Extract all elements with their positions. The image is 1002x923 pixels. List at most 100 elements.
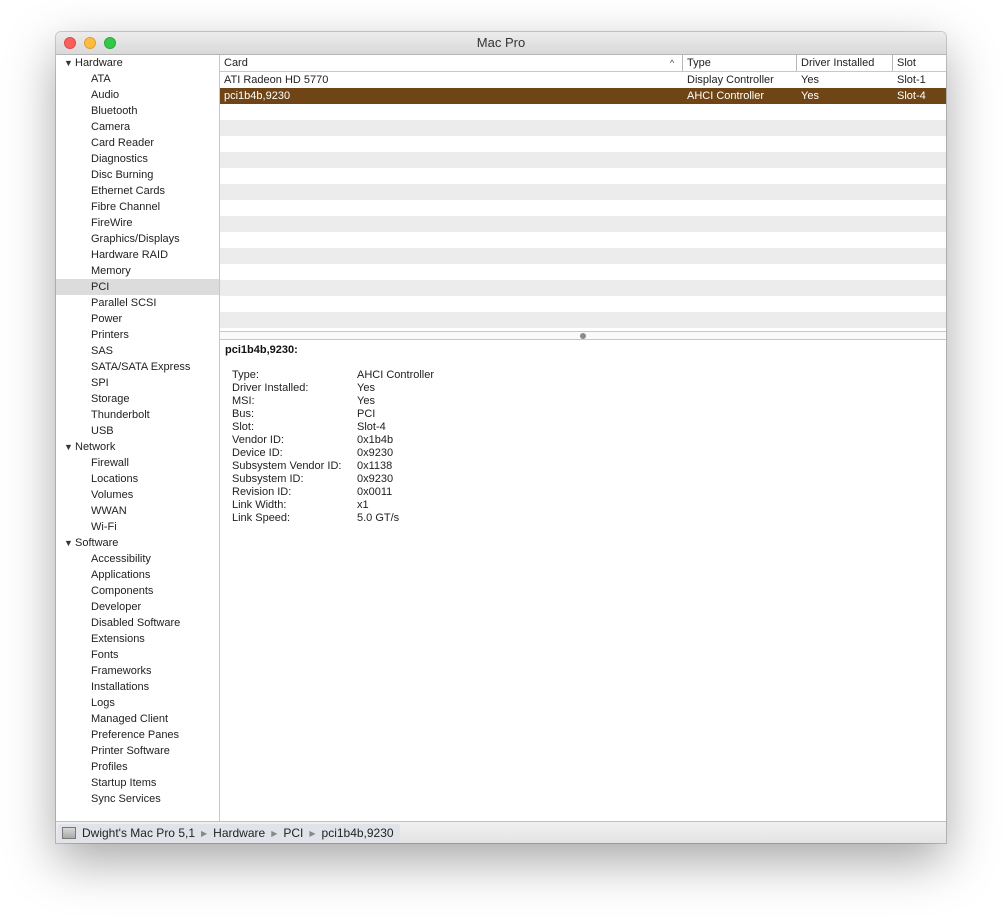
zoom-window-button[interactable] — [104, 37, 116, 49]
sidebar-item-fonts[interactable]: Fonts — [56, 647, 219, 663]
split-divider[interactable] — [220, 331, 946, 340]
sidebar-item-disc-burning[interactable]: Disc Burning — [56, 167, 219, 183]
sidebar-item-applications[interactable]: Applications — [56, 567, 219, 583]
detail-value: AHCI Controller — [357, 369, 435, 381]
sidebar-item-fibre-channel[interactable]: Fibre Channel — [56, 199, 219, 215]
sidebar-item-locations[interactable]: Locations — [56, 471, 219, 487]
table-row[interactable] — [220, 136, 946, 152]
sidebar-item-components[interactable]: Components — [56, 583, 219, 599]
sidebar-item-sata-sata-express[interactable]: SATA/SATA Express — [56, 359, 219, 375]
column-header-card[interactable]: Card — [220, 55, 682, 71]
sidebar-item-storage[interactable]: Storage — [56, 391, 219, 407]
detail-key: MSI: — [232, 395, 255, 407]
table-row[interactable] — [220, 152, 946, 168]
cell-slot: Slot-4 — [897, 90, 926, 102]
sidebar-item-managed-client[interactable]: Managed Client — [56, 711, 219, 727]
sidebar-item-disabled-software[interactable]: Disabled Software — [56, 615, 219, 631]
table-row[interactable] — [220, 312, 946, 328]
sidebar-item-hardware-raid[interactable]: Hardware RAID — [56, 247, 219, 263]
sidebar-item-accessibility[interactable]: Accessibility — [56, 551, 219, 567]
disclosure-triangle-icon[interactable]: ▼ — [64, 55, 75, 71]
sidebar-item-ata[interactable]: ATA — [56, 71, 219, 87]
detail-value: 0x1b4b — [357, 434, 394, 446]
sidebar-item-profiles[interactable]: Profiles — [56, 759, 219, 775]
table-row[interactable] — [220, 264, 946, 280]
column-header-slot[interactable]: Slot — [892, 55, 946, 71]
detail-row-vendor-id: Vendor ID: 0x1b4b — [232, 434, 632, 447]
sidebar-item-sync-services[interactable]: Sync Services — [56, 791, 219, 807]
sidebar-item-ethernet-cards[interactable]: Ethernet Cards — [56, 183, 219, 199]
sidebar-item-sas[interactable]: SAS — [56, 343, 219, 359]
detail-value: 0x9230 — [357, 447, 394, 459]
main-pane: Card ^ Type Driver Installed Slot ATI Ra… — [220, 55, 946, 821]
chevron-right-icon: ▶ — [309, 829, 316, 838]
disclosure-triangle-icon[interactable]: ▼ — [64, 439, 75, 455]
table-row[interactable] — [220, 296, 946, 312]
sidebar-group-hardware[interactable]: ▼ Hardware — [56, 55, 219, 71]
detail-value: Yes — [357, 382, 375, 394]
sidebar-item-thunderbolt[interactable]: Thunderbolt — [56, 407, 219, 423]
table-row[interactable] — [220, 216, 946, 232]
sidebar-item-wwan[interactable]: WWAN — [56, 503, 219, 519]
table-row[interactable] — [220, 120, 946, 136]
app-window: Mac Pro ▼ Hardware ATA Audio Bluetooth Camera… — [56, 32, 946, 843]
sidebar-item-startup-items[interactable]: Startup Items — [56, 775, 219, 791]
sidebar-item-logs[interactable]: Logs — [56, 695, 219, 711]
column-header-driver-installed[interactable]: Driver Installed — [796, 55, 892, 71]
sidebar-item-preference-panes[interactable]: Preference Panes — [56, 727, 219, 743]
table-row[interactable]: pci1b4b,9230 AHCI Controller Yes Slot-4 — [220, 88, 946, 104]
disclosure-triangle-icon[interactable]: ▼ — [64, 535, 75, 551]
sidebar-item-firewire[interactable]: FireWire — [56, 215, 219, 231]
detail-row-driver-installed: Driver Installed: Yes — [232, 382, 632, 395]
minimize-window-button[interactable] — [84, 37, 96, 49]
sidebar-item-parallel-scsi[interactable]: Parallel SCSI — [56, 295, 219, 311]
detail-value: 5.0 GT/s — [357, 512, 400, 524]
table-row[interactable] — [220, 248, 946, 264]
sidebar-item-developer[interactable]: Developer — [56, 599, 219, 615]
detail-row-link-speed: Link Speed: 5.0 GT/s — [232, 512, 632, 525]
sidebar-item-usb[interactable]: USB — [56, 423, 219, 439]
sidebar-item-printer-software[interactable]: Printer Software — [56, 743, 219, 759]
sidebar-item-frameworks[interactable]: Frameworks — [56, 663, 219, 679]
sidebar-item-memory[interactable]: Memory — [56, 263, 219, 279]
breadcrumb-device[interactable]: pci1b4b,9230 — [322, 826, 394, 840]
breadcrumb-hardware[interactable]: Hardware — [213, 826, 265, 840]
sidebar-item-audio[interactable]: Audio — [56, 87, 219, 103]
table-row[interactable] — [220, 280, 946, 296]
breadcrumb-pci[interactable]: PCI — [283, 826, 303, 840]
detail-row-slot: Slot: Slot-4 — [232, 421, 632, 434]
sidebar-group-network[interactable]: ▼ Network — [56, 439, 219, 455]
sidebar-item-wi-fi[interactable]: Wi-Fi — [56, 519, 219, 535]
sidebar-item-bluetooth[interactable]: Bluetooth — [56, 103, 219, 119]
sidebar-item-camera[interactable]: Camera — [56, 119, 219, 135]
sidebar-item-firewall[interactable]: Firewall — [56, 455, 219, 471]
sidebar-item-spi[interactable]: SPI — [56, 375, 219, 391]
sidebar-item-card-reader[interactable]: Card Reader — [56, 135, 219, 151]
sidebar-group-label: Software — [75, 537, 119, 549]
sidebar-item-diagnostics[interactable]: Diagnostics — [56, 151, 219, 167]
detail-value: Yes — [357, 395, 375, 407]
table-row[interactable] — [220, 200, 946, 216]
breadcrumb[interactable]: Dwight's Mac Pro 5,1 ▶ Hardware ▶ PCI ▶ pci1b4… — [58, 824, 400, 842]
sidebar-item-graphics-displays[interactable]: Graphics/Displays — [56, 231, 219, 247]
sidebar-item-volumes[interactable]: Volumes — [56, 487, 219, 503]
divider-grip-icon[interactable] — [580, 333, 586, 339]
detail-row-bus: Bus: PCI — [232, 408, 632, 421]
sidebar-item-extensions[interactable]: Extensions — [56, 631, 219, 647]
column-header-type[interactable]: Type — [682, 55, 796, 71]
sidebar-item-power[interactable]: Power — [56, 311, 219, 327]
table-row[interactable]: ATI Radeon HD 5770 Display Controller Yes S… — [220, 72, 946, 88]
table-row[interactable] — [220, 184, 946, 200]
sidebar-group-label: Network — [75, 441, 116, 453]
sidebar-item-printers[interactable]: Printers — [56, 327, 219, 343]
close-window-button[interactable] — [64, 37, 76, 49]
table-row[interactable] — [220, 232, 946, 248]
sidebar-group-software[interactable]: ▼ Software — [56, 535, 219, 551]
table-body[interactable]: ATI Radeon HD 5770 Display Controller Yes S… — [220, 72, 946, 330]
table-row[interactable] — [220, 104, 946, 120]
sidebar-item-installations[interactable]: Installations — [56, 679, 219, 695]
table-row[interactable] — [220, 168, 946, 184]
title-bar[interactable]: Mac Pro — [56, 32, 946, 55]
sidebar-item-pci[interactable]: PCI — [56, 279, 219, 295]
breadcrumb-computer[interactable]: Dwight's Mac Pro 5,1 — [82, 826, 195, 840]
